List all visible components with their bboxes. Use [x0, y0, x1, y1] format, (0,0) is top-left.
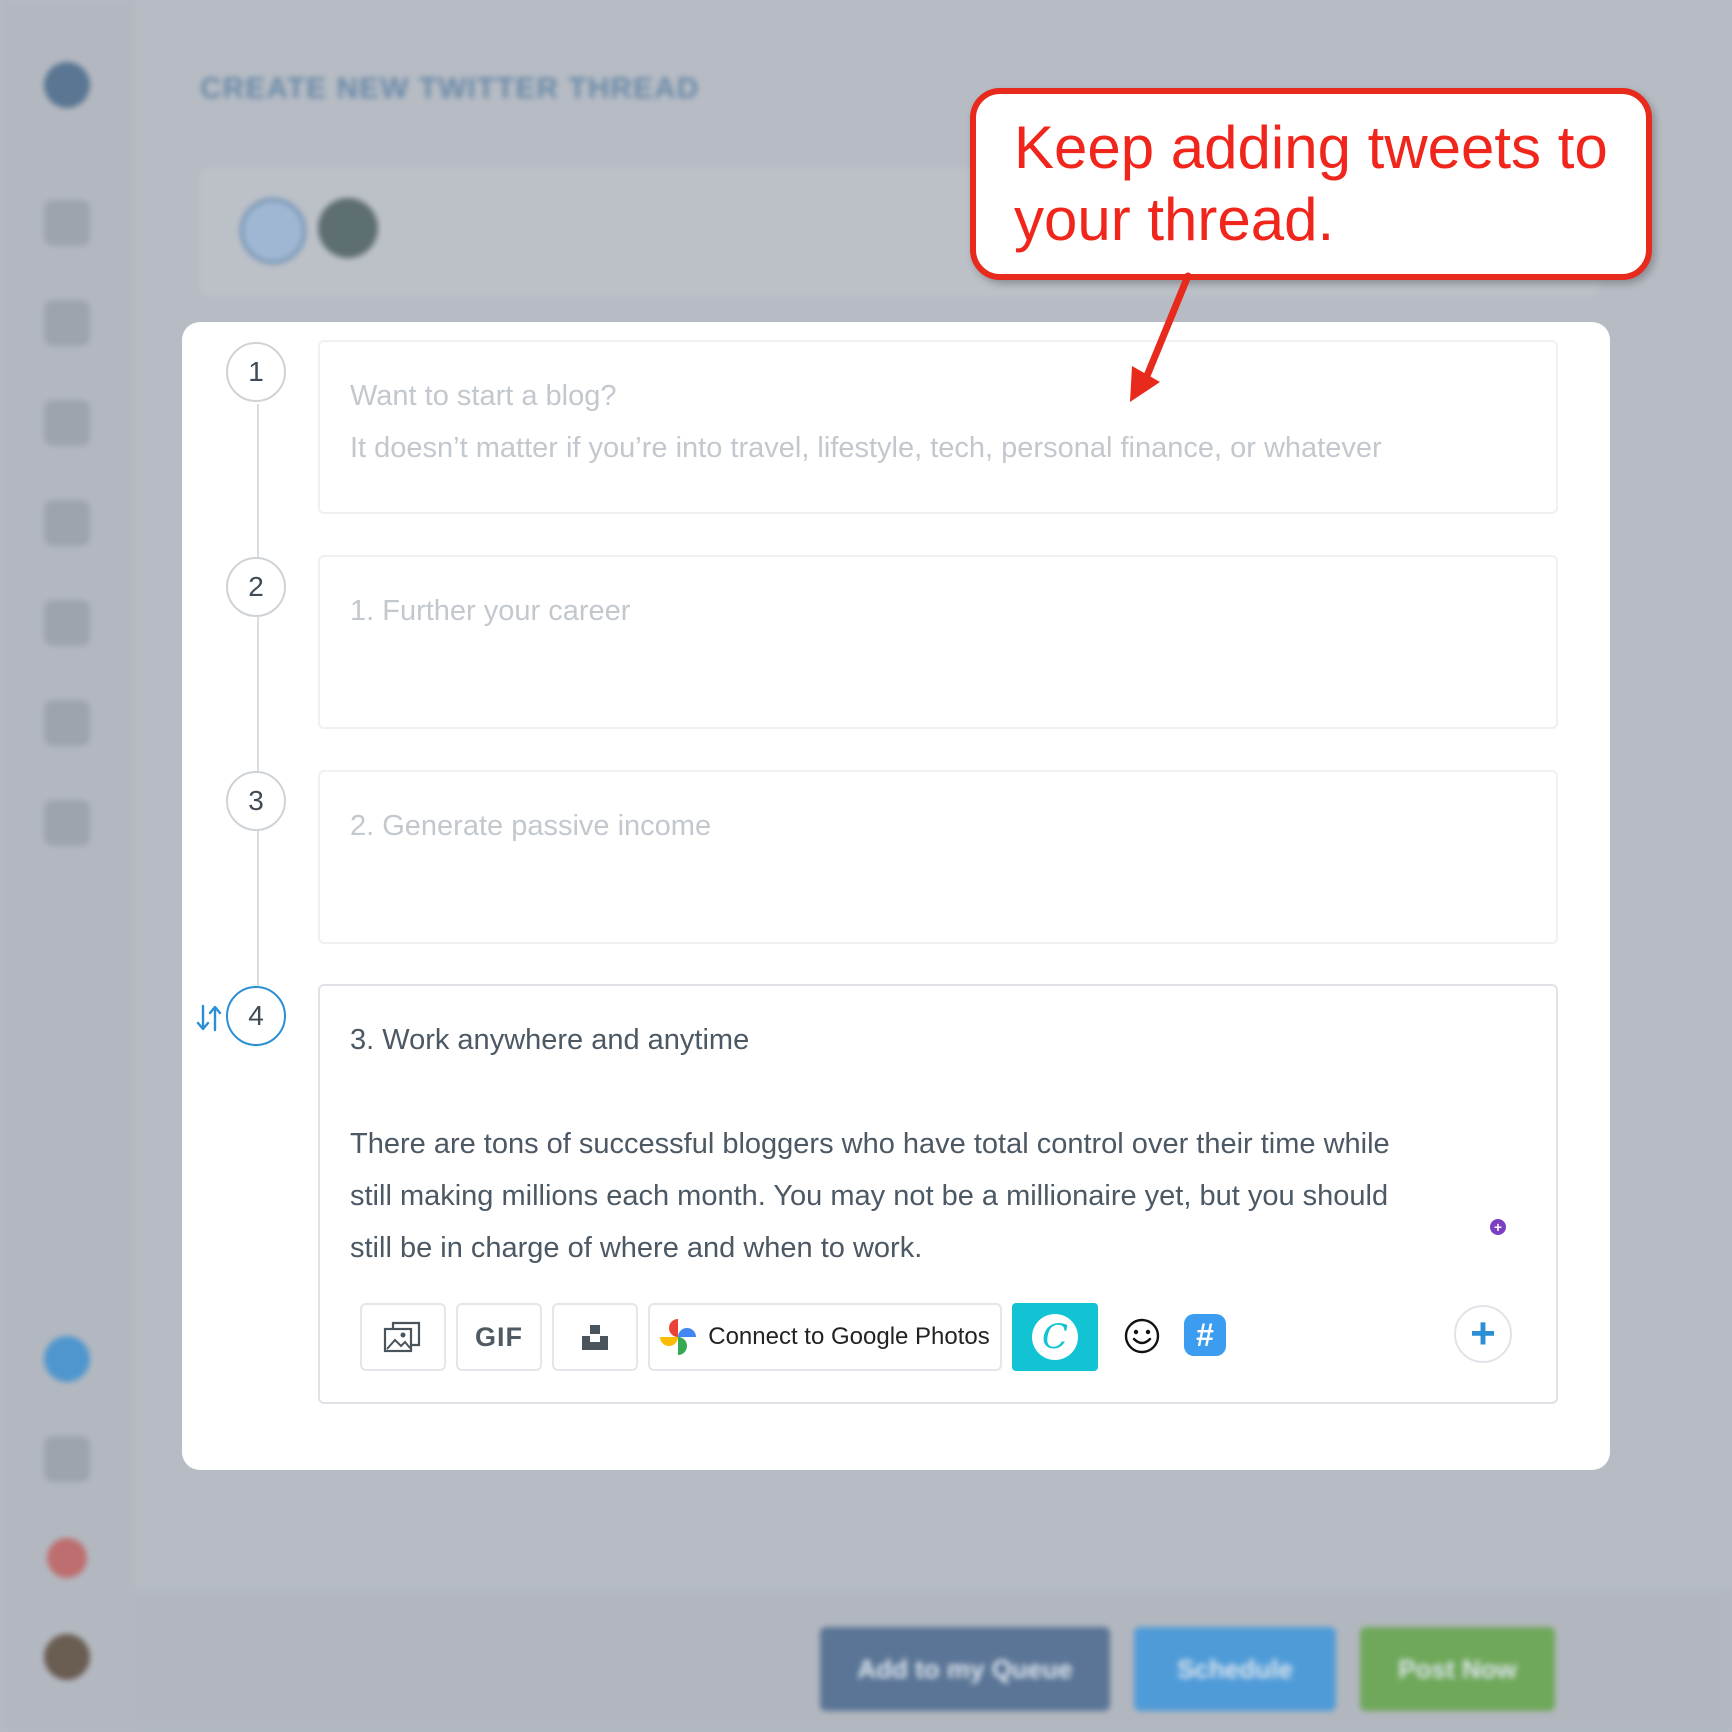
- settings-icon[interactable]: [44, 600, 90, 646]
- callout-line: Keep adding tweets to: [1014, 114, 1608, 181]
- unsplash-icon: [582, 1325, 608, 1350]
- callout-line: your thread.: [1014, 186, 1335, 253]
- schedule-button[interactable]: Schedule: [1134, 1627, 1336, 1711]
- image-gallery-icon: [383, 1321, 421, 1353]
- account-avatar[interactable]: [318, 198, 378, 258]
- notification-bell-icon[interactable]: [47, 1538, 87, 1578]
- user-avatar[interactable]: [44, 1634, 90, 1680]
- twitter-icon[interactable]: [44, 1336, 90, 1382]
- rss-icon[interactable]: [44, 500, 90, 546]
- add-to-queue-button[interactable]: Add to my Queue: [820, 1627, 1110, 1711]
- callout-text: Keep adding tweets to your thread.: [1014, 112, 1626, 256]
- tweet-line: 3. Work anywhere and anytime: [350, 1024, 750, 1056]
- tweet-step-number: 4: [226, 986, 286, 1046]
- reorder-icon[interactable]: [196, 1004, 222, 1032]
- tweet-line: There are tons of successful bloggers wh…: [350, 1128, 1390, 1160]
- callout-arrow-icon: [1130, 272, 1192, 402]
- canva-button[interactable]: C: [1012, 1303, 1098, 1371]
- post-now-button[interactable]: Post Now: [1360, 1627, 1555, 1711]
- bulb-icon[interactable]: [44, 700, 90, 746]
- tweet-line: 1. Further your career: [350, 595, 631, 627]
- tweet-text: 3. Work anywhere and anytime There are t…: [350, 1014, 1526, 1274]
- account-avatar[interactable]: [240, 198, 306, 264]
- connect-google-photos-button[interactable]: Connect to Google Photos: [648, 1303, 1002, 1371]
- dashboard-icon[interactable]: [44, 200, 90, 246]
- tweet-line: still making millions each month. You ma…: [350, 1180, 1389, 1212]
- tweet-step-number: 2: [226, 557, 286, 617]
- app-logo-icon: [44, 62, 90, 108]
- google-photos-icon: [660, 1319, 697, 1355]
- upload-button[interactable]: [552, 1303, 638, 1371]
- tweet-editor[interactable]: 1. Further your career: [318, 555, 1558, 729]
- timeline-connector: [257, 404, 259, 1024]
- tweet-line: still be in charge of where and when to …: [350, 1232, 923, 1264]
- tweet-text: Want to start a blog? It doesn’t matter …: [350, 370, 1526, 474]
- tweet-text: 1. Further your career: [350, 585, 1526, 637]
- canva-logo-icon: C: [1032, 1314, 1078, 1360]
- add-media-button[interactable]: [360, 1303, 446, 1371]
- tweet-line: 2. Generate passive income: [350, 810, 712, 842]
- gif-label: GIF: [475, 1321, 523, 1352]
- help-icon[interactable]: [44, 1436, 90, 1482]
- link-icon[interactable]: [44, 800, 90, 846]
- tweet-line: Want to start a blog?: [350, 380, 617, 412]
- tweet-editor[interactable]: Want to start a blog? It doesn’t matter …: [318, 340, 1558, 514]
- annotation-callout: Keep adding tweets to your thread.: [970, 88, 1652, 280]
- gif-button[interactable]: GIF: [456, 1303, 542, 1371]
- google-photos-label: Connect to Google Photos: [708, 1323, 990, 1350]
- tweet-step-number: 1: [226, 342, 286, 402]
- hashtag-icon[interactable]: #: [1184, 1314, 1226, 1356]
- calendar-icon[interactable]: [44, 400, 90, 446]
- emoji-icon[interactable]: [1122, 1316, 1162, 1356]
- tweet-text: 2. Generate passive income: [350, 800, 1526, 852]
- page-title: CREATE NEW TWITTER THREAD: [200, 72, 700, 105]
- compose-icon[interactable]: [44, 300, 90, 346]
- add-tweet-button[interactable]: +: [1454, 1305, 1512, 1363]
- tweet-step-number: 3: [226, 771, 286, 831]
- tweet-editor[interactable]: 2. Generate passive income: [318, 770, 1558, 944]
- tweet-line: It doesn’t matter if you’re into travel,…: [350, 432, 1382, 464]
- extension-plus-icon[interactable]: +: [1490, 1219, 1506, 1235]
- sidebar: [0, 0, 135, 1732]
